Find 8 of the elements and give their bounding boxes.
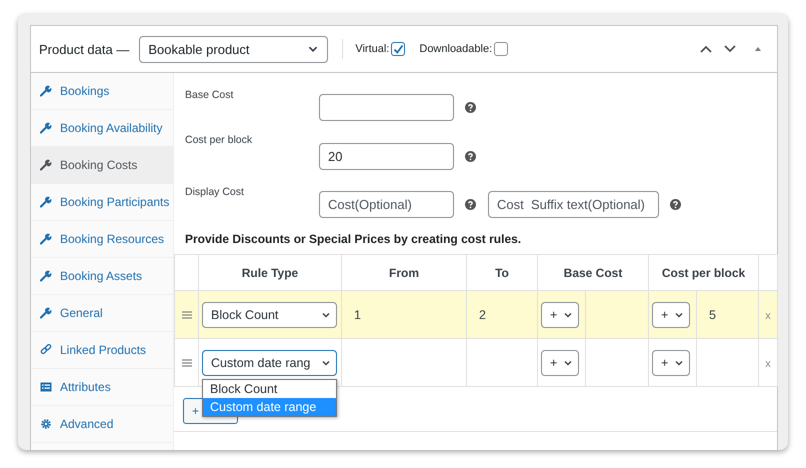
checkbox-label: Virtual: [355, 43, 390, 55]
field-label: Cost per block [185, 133, 254, 146]
field-label: Display Cost [185, 185, 245, 198]
checkbox-label: Downloadable: [419, 43, 492, 55]
field-label: Base Cost [185, 88, 234, 101]
column-header: Rule Type [198, 254, 342, 290]
panel-title: Product data — [39, 42, 130, 56]
section-heading: Provide Discounts or Special Prices by creating cost rules. [184, 231, 522, 248]
